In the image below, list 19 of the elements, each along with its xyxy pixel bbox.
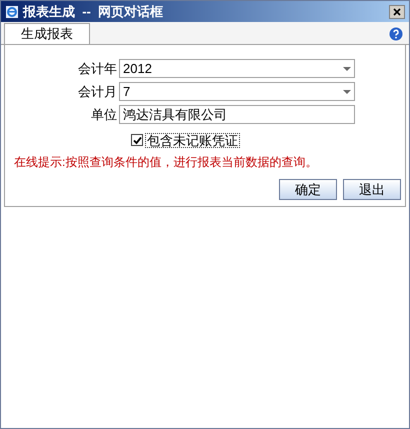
field-label: 单位 — [90, 106, 118, 124]
include-checkbox[interactable]: 包含未记账凭证 — [131, 130, 405, 150]
dropdown-field[interactable]: 2012 — [119, 59, 355, 78]
input-field[interactable]: 鸿达洁具有限公司 — [119, 105, 355, 124]
browser-icon — [5, 4, 19, 18]
hint-text: 在线提示:按照查询条件的值，进行报表当前数据的查询。 — [14, 154, 318, 171]
field-label: 会计年 — [77, 60, 118, 78]
tab[interactable]: 生成报表 — [4, 23, 90, 44]
dropdown-field[interactable]: 7 — [119, 82, 355, 101]
window-title: 报表生成 -- 网页对话框 — [23, 2, 164, 21]
help-icon[interactable] — [389, 27, 403, 41]
dialog-button[interactable]: 退出 — [343, 179, 401, 200]
dialog-button[interactable]: 确定 — [279, 179, 337, 200]
close-icon — [393, 8, 401, 16]
check-icon — [132, 136, 142, 144]
caret-icon — [343, 66, 351, 70]
close-button[interactable] — [389, 4, 405, 18]
caret-icon — [343, 90, 351, 94]
field-label: 会计月 — [77, 82, 118, 101]
